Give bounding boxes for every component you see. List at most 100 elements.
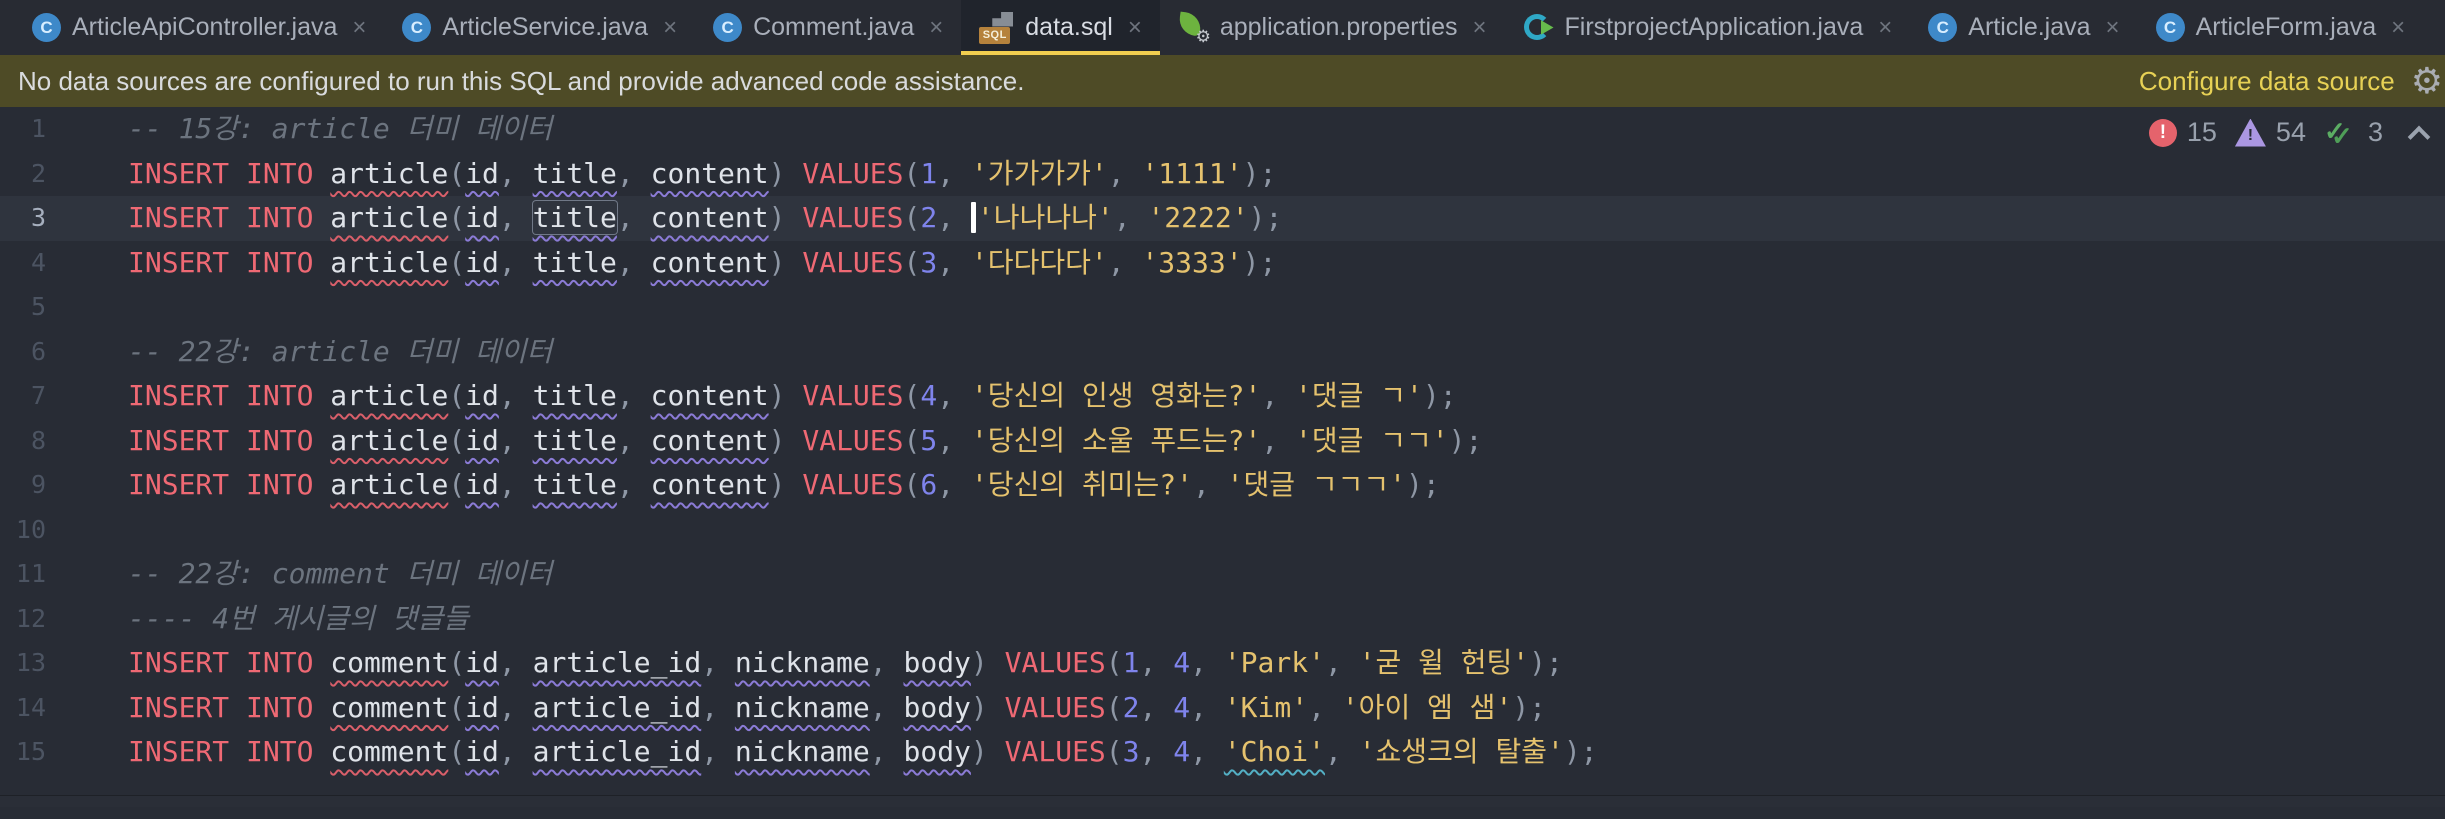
code-token: , [498, 690, 533, 724]
code-token: ) [970, 646, 1005, 679]
tab-close-icon[interactable]: × [1878, 15, 1892, 40]
code-token: ( [448, 201, 466, 234]
chevron-up-icon[interactable] [2407, 125, 2431, 148]
tab-label: ArticleService.java [442, 13, 649, 41]
tab-application-properties[interactable]: ⚙ application.properties × [1160, 0, 1505, 55]
code-line[interactable]: -- 15강: article 더미 데이터 [128, 107, 2445, 152]
code-token: 4 [920, 379, 938, 412]
tab-comment-java[interactable]: C Comment.java × [695, 0, 961, 55]
tab-close-icon[interactable]: × [929, 15, 943, 40]
code-line[interactable]: -- 22강: article 더미 데이터 [128, 330, 2445, 375]
tab-firstprojectapplication-java[interactable]: FirstprojectApplication.java × [1505, 0, 1911, 55]
tab-label: data.sql [1025, 13, 1113, 41]
code-token: id [465, 423, 499, 457]
code-token: '3333' [1141, 245, 1243, 279]
code-token: , [1113, 201, 1148, 234]
code-token: 1 [1122, 646, 1140, 679]
tab-close-icon[interactable]: × [2106, 15, 2120, 40]
code-line[interactable]: INSERT INTO article(id, title, content) … [128, 152, 2445, 197]
code-token: body [903, 690, 971, 724]
code-line[interactable]: ---- 4번 게시글의 댓글들 [128, 597, 2445, 642]
code-token: content [650, 468, 769, 501]
code-token: , [937, 423, 971, 457]
code-token: , [937, 468, 971, 501]
code-line[interactable]: INSERT INTO article(id, title, content) … [128, 374, 2445, 419]
banner-settings-gear-icon[interactable]: ⚙ [2411, 63, 2443, 99]
code-token: , [616, 423, 651, 457]
text-caret [970, 201, 976, 233]
code-token: article_id [532, 690, 702, 724]
code-line[interactable] [128, 285, 2445, 330]
code-token: ( [903, 201, 921, 234]
code-token: , [498, 201, 533, 234]
code-line[interactable]: INSERT INTO comment(id, article_id, nick… [128, 641, 2445, 686]
tab-articleapicontroller-java[interactable]: C ArticleApiController.java × [14, 0, 384, 55]
code-token: , [1324, 735, 1359, 768]
line-number: 7 [30, 381, 46, 410]
tab-articleservice-java[interactable]: C ArticleService.java × [384, 0, 695, 55]
code-token: , [498, 379, 533, 412]
error-icon: ! [2148, 118, 2177, 147]
line-number: 1 [30, 114, 46, 143]
line-number-gutter: 1 2 3 4 5 6 7 8 9 10 11 12 13 14 15 [0, 107, 128, 807]
code-token: , [498, 245, 533, 279]
tab-close-icon[interactable]: × [2391, 15, 2405, 40]
code-token: title [532, 423, 617, 457]
code-line[interactable]: INSERT INTO comment(id, article_id, nick… [128, 730, 2445, 775]
code-token: , [498, 423, 533, 457]
code-token: -- 22강: comment 더미 데이터 [128, 557, 553, 590]
code-line[interactable]: INSERT INTO comment(id, article_id, nick… [128, 686, 2445, 731]
code-token: ) [768, 468, 803, 501]
code-token: '가가가가' [970, 156, 1108, 190]
code-token: content [650, 245, 769, 279]
code-line[interactable]: INSERT INTO article(id, title, content) … [128, 241, 2445, 286]
line-number: 10 [15, 514, 46, 544]
line-number: 6 [30, 336, 46, 366]
tab-label: Article.java [1968, 13, 2091, 41]
code-token: , [1192, 468, 1227, 501]
code-token: , [498, 156, 533, 190]
tab-data-sql[interactable]: SQL data.sql × [961, 0, 1160, 55]
code-token: '당신의 취미는?' [970, 468, 1193, 501]
code-token: ) [970, 690, 1005, 724]
tab-close-icon[interactable]: × [352, 15, 366, 40]
code-token: id [465, 646, 499, 679]
tab-label: application.properties [1219, 13, 1458, 41]
code-token: , [1324, 646, 1359, 679]
tab-article-java[interactable]: C Article.java × [1910, 0, 2137, 55]
code-token: , [1139, 646, 1174, 679]
code-token: content [650, 423, 769, 457]
configure-data-source-link[interactable]: Configure data source [2139, 66, 2395, 97]
code-token: article_id [532, 646, 702, 679]
code-line[interactable]: -- 22강: comment 더미 데이터 [128, 552, 2445, 597]
code-token: 2 [920, 201, 938, 234]
code-token: , [498, 468, 533, 501]
tab-close-icon[interactable]: × [663, 15, 677, 40]
code-token: INSERT INTO [128, 379, 314, 412]
code-line[interactable]: INSERT INTO article(id, title, content) … [128, 419, 2445, 464]
code-token: , [1190, 735, 1224, 768]
code-token: ) [970, 735, 1005, 768]
tab-close-icon[interactable]: × [1128, 15, 1142, 40]
editor-body: 1 2 3 4 5 6 7 8 9 10 11 12 13 14 15 -- 15강: article 더미… [0, 107, 2445, 807]
code-token: ( [1105, 690, 1123, 724]
code-token: , [937, 156, 971, 190]
code-token: INSERT INTO [128, 201, 314, 234]
code-token: id [465, 468, 499, 501]
spring-boot-icon [1523, 12, 1554, 43]
code-token: VALUES [802, 423, 904, 457]
tab-articleform-java[interactable]: C ArticleForm.java × [2138, 0, 2424, 55]
inspections-widget[interactable]: ! 15 ! 54 ✓ ✓ 3 [2148, 117, 2431, 149]
code-line[interactable]: INSERT INTO article(id, title, content) … [128, 463, 2445, 508]
code-line[interactable] [128, 508, 2445, 553]
warning-count: 54 [2275, 117, 2306, 147]
code-area[interactable]: -- 15강: article 더미 데이터 INSERT INTO articl… [128, 107, 2445, 807]
code-token: ---- 4번 게시글의 댓글들 [128, 601, 469, 635]
code-token: ( [448, 690, 466, 724]
code-token: ( [448, 735, 466, 768]
tab-close-icon[interactable]: × [1473, 15, 1487, 40]
code-token: , [701, 735, 735, 768]
code-line[interactable]: INSERT INTO article(id, title, content) … [128, 196, 2445, 241]
